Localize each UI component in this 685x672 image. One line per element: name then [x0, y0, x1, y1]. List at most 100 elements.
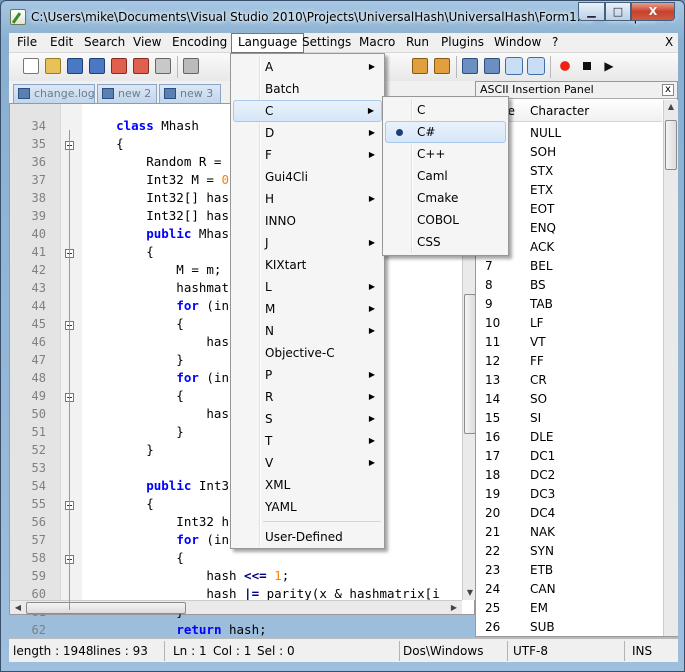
c-submenu-item-cobol[interactable]: COBOL [385, 209, 506, 231]
ascii-table-row[interactable]: 7 BEL [476, 257, 662, 276]
ascii-table-row[interactable]: 19 DC3 [476, 485, 662, 504]
menu-macro[interactable]: Macro [353, 33, 401, 53]
ascii-table-row[interactable]: 22 SYN [476, 542, 662, 561]
minimize-button[interactable]: ▁ [578, 2, 605, 21]
ascii-table-row[interactable]: 15 SI [476, 409, 662, 428]
language-menu-item-user-defined[interactable]: User-Defined [233, 526, 382, 548]
record-macro-icon[interactable] [557, 58, 573, 74]
language-menu-item-s[interactable]: S ▶ [233, 408, 382, 430]
language-menu-item-j[interactable]: J ▶ [233, 232, 382, 254]
status-insert-mode[interactable]: INS [632, 644, 652, 658]
open-file-icon[interactable] [45, 58, 61, 74]
language-menu-item-h[interactable]: H ▶ [233, 188, 382, 210]
indent-guide-icon[interactable] [505, 57, 523, 75]
close-icon[interactable] [111, 58, 127, 74]
editor-horizontal-scroll-thumb[interactable] [26, 602, 186, 614]
status-eol-format[interactable]: Dos\Windows [403, 644, 483, 658]
sync-v-icon[interactable] [412, 58, 428, 74]
menu-run[interactable]: Run [400, 33, 435, 53]
scroll-left-arrow-icon[interactable]: ◀ [11, 603, 25, 612]
ascii-panel-scroll-thumb[interactable] [665, 120, 677, 170]
ascii-table-row[interactable]: 10 LF [476, 314, 662, 333]
language-menu-item-t[interactable]: T ▶ [233, 430, 382, 452]
ascii-table-row[interactable]: 12 FF [476, 352, 662, 371]
word-wrap-icon[interactable] [462, 58, 478, 74]
language-menu-item-f[interactable]: F ▶ [233, 144, 382, 166]
tab-change-log[interactable]: change.log [13, 84, 95, 103]
panel-close-button[interactable]: x [662, 84, 674, 96]
menu-language[interactable]: Language [231, 33, 305, 53]
save-icon[interactable] [67, 58, 83, 74]
menu-encoding[interactable]: Encoding [166, 33, 233, 53]
menu-file[interactable]: File [11, 33, 43, 53]
language-menu-item-v[interactable]: V ▶ [233, 452, 382, 474]
ascii-table-row[interactable]: 18 DC2 [476, 466, 662, 485]
language-menu-item-objective-c[interactable]: Objective-C [233, 342, 382, 364]
ascii-table-row[interactable]: 13 CR [476, 371, 662, 390]
tab-new-2[interactable]: new 2 [97, 84, 157, 103]
play-macro-icon[interactable]: ▶ [601, 58, 617, 74]
language-menu-item-l[interactable]: L ▶ [233, 276, 382, 298]
new-file-icon[interactable] [23, 58, 39, 74]
editor-horizontal-scrollbar[interactable]: ◀ ▶ [10, 600, 462, 614]
ascii-table-row[interactable]: 8 BS [476, 276, 662, 295]
language-menu-item-xml[interactable]: XML [233, 474, 382, 496]
code-line: Int32 h [86, 514, 229, 529]
ascii-panel-scrollbar[interactable]: ▲ [663, 100, 678, 636]
menu-settings[interactable]: Settings [296, 33, 357, 53]
language-menu-item-kixtart[interactable]: KIXtart [233, 254, 382, 276]
ascii-table-row[interactable]: 16 DLE [476, 428, 662, 447]
menu-plugins[interactable]: Plugins [435, 33, 490, 53]
column-header-character[interactable]: Character [530, 104, 589, 118]
language-menu-item-yaml[interactable]: YAML [233, 496, 382, 518]
ascii-table-row[interactable]: 9 TAB [476, 295, 662, 314]
menu-help[interactable]: ? [546, 33, 564, 53]
close-all-icon[interactable] [133, 58, 149, 74]
language-menu-item-r[interactable]: R ▶ [233, 386, 382, 408]
close-window-button[interactable]: X [631, 2, 675, 21]
tab-new-3[interactable]: new 3 [159, 84, 221, 103]
ascii-table-row[interactable]: 20 DC4 [476, 504, 662, 523]
title-bar[interactable]: C:\Users\mike\Documents\Visual Studio 20… [1, 1, 684, 33]
menu-search[interactable]: Search [78, 33, 131, 53]
language-menu-item-m[interactable]: M ▶ [233, 298, 382, 320]
stop-record-icon[interactable] [579, 58, 595, 74]
ascii-table-row[interactable]: 17 DC1 [476, 447, 662, 466]
maximize-button[interactable]: □ [605, 2, 631, 21]
c-submenu-item-cplusplus[interactable]: C++ [385, 143, 506, 165]
language-menu-item-inno[interactable]: INNO [233, 210, 382, 232]
language-menu-item-a[interactable]: A ▶ [233, 56, 382, 78]
ascii-table-row[interactable]: 14 SO [476, 390, 662, 409]
doc-map-icon[interactable] [527, 57, 545, 75]
save-all-icon[interactable] [89, 58, 105, 74]
ascii-table-row[interactable]: 26 SUB [476, 618, 662, 637]
print-icon[interactable] [155, 58, 171, 74]
ascii-table-row[interactable]: 11 VT [476, 333, 662, 352]
language-menu-item-p[interactable]: P ▶ [233, 364, 382, 386]
ascii-table-row[interactable]: 24 CAN [476, 580, 662, 599]
cut-icon[interactable] [183, 58, 199, 74]
menu-window[interactable]: Window [488, 33, 547, 53]
show-all-chars-icon[interactable] [484, 58, 500, 74]
close-document-button[interactable]: X [659, 33, 679, 53]
language-menu-item-gui4cli[interactable]: Gui4Cli [233, 166, 382, 188]
c-submenu-item-css[interactable]: CSS [385, 231, 506, 253]
ascii-table-row[interactable]: 23 ETB [476, 561, 662, 580]
menu-edit[interactable]: Edit [44, 33, 79, 53]
c-submenu-item-c[interactable]: C [385, 99, 506, 121]
ascii-table-row[interactable]: 21 NAK [476, 523, 662, 542]
language-menu-item-n[interactable]: N ▶ [233, 320, 382, 342]
scroll-up-arrow-icon[interactable]: ▲ [664, 102, 678, 111]
fold-margin[interactable] [60, 104, 82, 614]
c-submenu-item-csharp[interactable]: C# [385, 121, 506, 143]
language-menu-item-d[interactable]: D ▶ [233, 122, 382, 144]
menu-view[interactable]: View [127, 33, 167, 53]
status-encoding[interactable]: UTF-8 [513, 644, 548, 658]
sync-h-icon[interactable] [434, 58, 450, 74]
scroll-right-arrow-icon[interactable]: ▶ [447, 603, 461, 612]
ascii-table-row[interactable]: 25 EM [476, 599, 662, 618]
c-submenu-item-caml[interactable]: Caml [385, 165, 506, 187]
language-menu-item-batch[interactable]: Batch [233, 78, 382, 100]
c-submenu-item-cmake[interactable]: Cmake [385, 187, 506, 209]
language-menu-item-c[interactable]: C ▶ [233, 100, 382, 122]
